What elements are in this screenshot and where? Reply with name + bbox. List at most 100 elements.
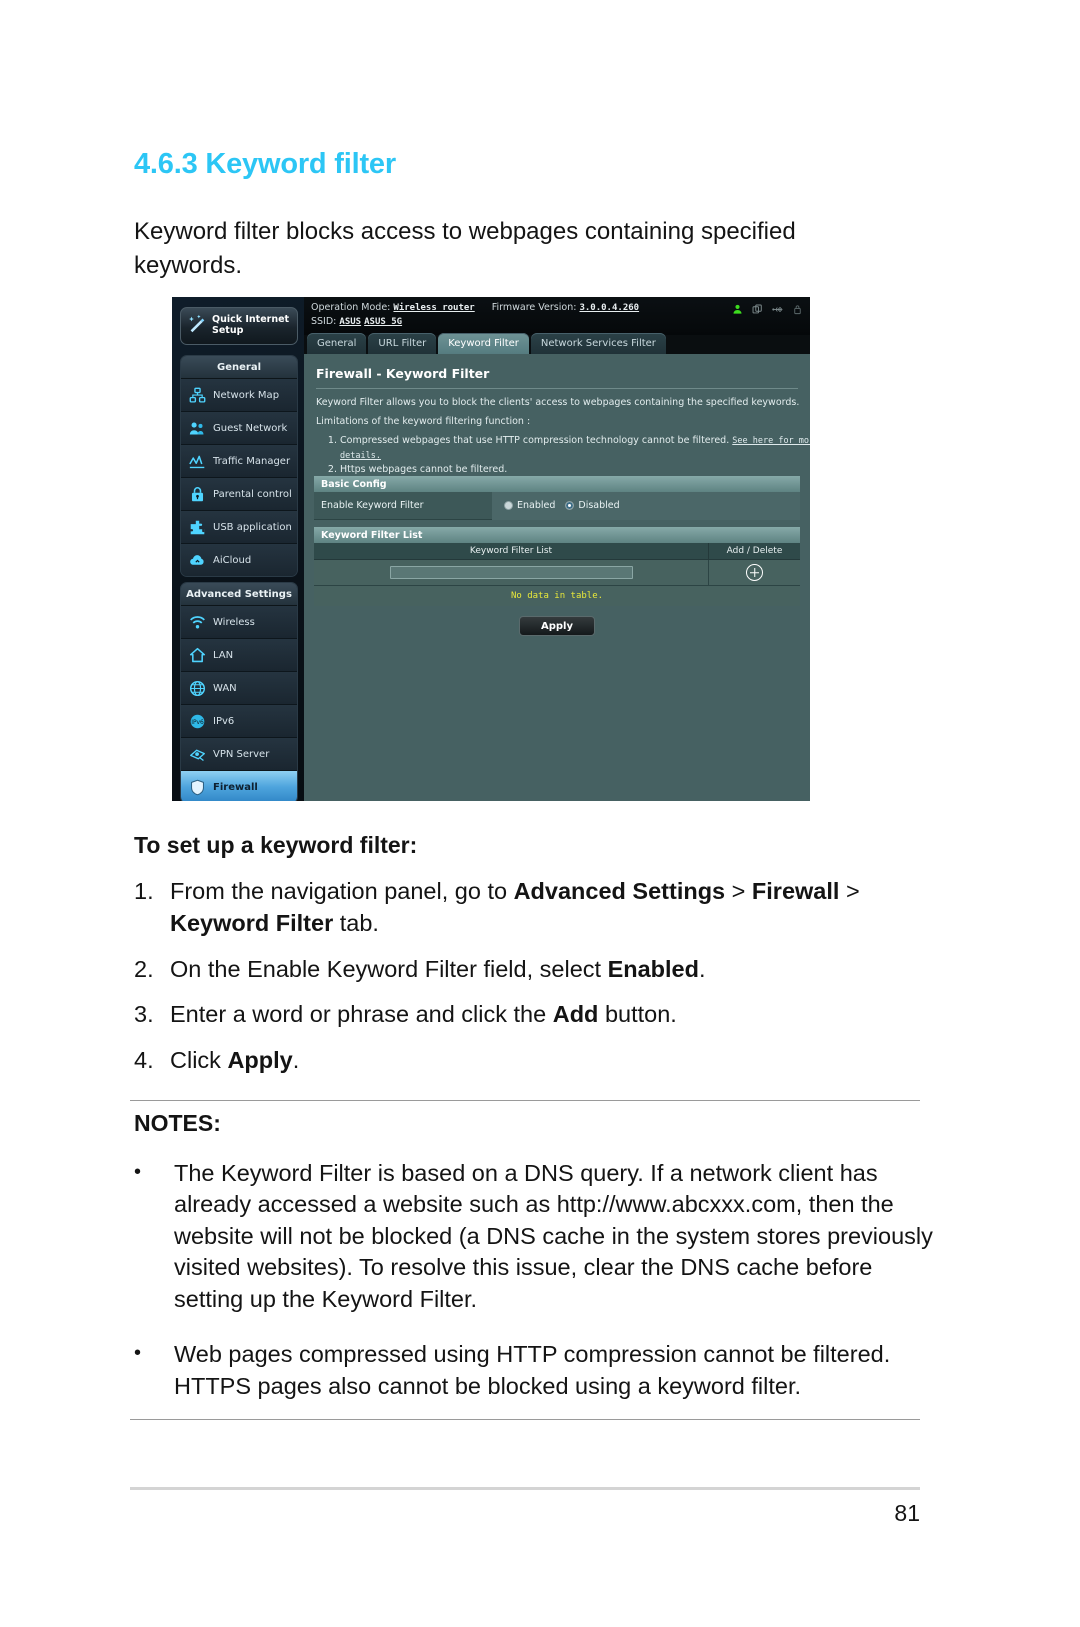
ssid-value-5g[interactable]: ASUS_5G (364, 317, 402, 327)
limitation-1-text: Compressed webpages that use HTTP compre… (340, 435, 730, 446)
panel-title: Firewall - Keyword Filter (316, 366, 490, 381)
limitation-item-1: Compressed webpages that use HTTP compre… (340, 434, 810, 463)
guest-network-icon (188, 419, 207, 438)
radio-disabled[interactable]: Disabled (565, 500, 620, 511)
firewall-tab-bar: General URL Filter Keyword Filter Networ… (304, 333, 666, 354)
steps-list: 1. From the navigation panel, go to Adva… (134, 875, 924, 1089)
apply-button[interactable]: Apply (519, 616, 595, 636)
parental-control-icon (188, 485, 207, 504)
radio-disabled-dot (565, 501, 575, 510)
step-item: 4. Click Apply. (134, 1044, 924, 1076)
note-text: The Keyword Filter is based on a DNS que… (174, 1160, 933, 1312)
quick-internet-setup-button[interactable]: Quick Internet Setup (180, 307, 298, 345)
panel-description: Keyword Filter allows you to block the c… (316, 397, 800, 408)
keyword-input-cell (314, 560, 708, 585)
notes-title: NOTES: (134, 1110, 221, 1136)
tab-url-filter[interactable]: URL Filter (368, 333, 437, 354)
ssid-label: SSID: (311, 316, 337, 327)
operation-mode-value: Wireless router (393, 303, 475, 313)
notes-bottom-divider (130, 1419, 920, 1420)
sidebar-item-label: WAN (213, 682, 237, 694)
usb-icon[interactable] (772, 304, 784, 315)
step-item: 1. From the navigation panel, go to Adva… (134, 875, 924, 940)
user-icon[interactable] (732, 304, 743, 315)
basic-config-header: Basic Config (314, 476, 800, 492)
sidebar-item-label: Guest Network (213, 422, 288, 434)
topbar-icon-group (732, 304, 802, 315)
radio-disabled-label: Disabled (578, 500, 620, 511)
sidebar-item-aicloud[interactable]: AiCloud (181, 544, 297, 576)
note-item: • The Keyword Filter is based on a DNS q… (134, 1158, 934, 1315)
firmware-value: 3.0.0.4.260 (579, 303, 640, 313)
operation-mode-label: Operation Mode: (311, 302, 391, 313)
qis-line-2: Setup (212, 325, 244, 336)
sidebar-item-guest-network[interactable]: Guest Network (181, 412, 297, 445)
network-map-icon (188, 386, 207, 405)
enable-keyword-filter-radios: Enabled Disabled (492, 491, 800, 520)
sidebar-item-network-map[interactable]: Network Map (181, 379, 297, 412)
manual-page: 4.6.3 Keyword filter Keyword filter bloc… (0, 0, 1080, 1627)
sidebar-item-label: Wireless (213, 616, 255, 628)
bullet-icon: • (134, 1342, 142, 1365)
page-title: 4.6.3 Keyword filter (134, 148, 396, 180)
sidebar-item-ipv6[interactable]: IPv6 IPv6 (181, 705, 297, 738)
no-data-message: No data in table. (314, 586, 800, 606)
svg-text:IPv6: IPv6 (191, 719, 204, 726)
keyword-filter-list-header: Keyword Filter List (314, 527, 800, 543)
lock-icon[interactable] (793, 304, 802, 315)
notes-top-divider (130, 1100, 920, 1101)
sidebar-item-wan[interactable]: WAN (181, 672, 297, 705)
tab-keyword-filter[interactable]: Keyword Filter (438, 333, 529, 354)
step-number: 4. (134, 1046, 154, 1073)
firewall-keyword-filter-panel: Firewall - Keyword Filter Keyword Filter… (304, 354, 810, 801)
notes-list: • The Keyword Filter is based on a DNS q… (134, 1158, 934, 1426)
footer-rule (130, 1487, 920, 1490)
usb-application-icon (188, 518, 207, 537)
step-number: 1. (134, 878, 154, 904)
radio-enabled[interactable]: Enabled (504, 500, 555, 511)
sidebar-item-label: Parental control (213, 488, 292, 500)
sidebar-item-label: Network Map (213, 389, 280, 401)
ssid-line: SSID: ASUS ASUS_5G (311, 316, 402, 327)
tab-general[interactable]: General (307, 333, 367, 354)
bullet-icon: • (134, 1161, 142, 1183)
sidebar-item-wireless[interactable]: Wireless (181, 606, 297, 639)
sidebar-item-parental-control[interactable]: Parental control (181, 478, 297, 511)
column-header-add-delete: Add / Delete (708, 543, 800, 559)
sidebar-item-usb-application[interactable]: USB application (181, 511, 297, 544)
step-number: 3. (134, 1001, 154, 1028)
sidebar-item-label: IPv6 (213, 715, 235, 727)
note-text: Web pages compressed using HTTP compress… (174, 1341, 891, 1399)
radio-enabled-dot (504, 501, 513, 510)
vpn-server-icon (188, 745, 207, 764)
sidebar-item-firewall[interactable]: Firewall (181, 771, 297, 801)
firmware-label: Firmware Version: (491, 302, 577, 313)
howto-heading: To set up a keyword filter: (134, 832, 418, 858)
sidebar-item-traffic-manager[interactable]: Traffic Manager (181, 445, 297, 478)
enable-keyword-filter-row: Enable Keyword Filter Enabled Disabled (314, 491, 800, 520)
ssid-value-24g[interactable]: ASUS (339, 317, 361, 327)
step-number: 2. (134, 955, 154, 982)
sidebar-item-vpn-server[interactable]: VPN Server (181, 738, 297, 771)
tab-network-services-filter[interactable]: Network Services Filter (530, 333, 666, 354)
sidebar-item-label: AiCloud (213, 554, 252, 566)
enable-keyword-filter-label: Enable Keyword Filter (321, 500, 424, 511)
keyword-input[interactable] (389, 566, 633, 579)
aicloud-icon (188, 551, 207, 570)
copy-icon[interactable] (752, 304, 763, 315)
panel-title-divider (316, 388, 798, 389)
page-number: 81 (894, 1500, 920, 1526)
limitations-label: Limitations of the keyword filtering fun… (316, 416, 531, 427)
sidebar-item-label: VPN Server (213, 748, 270, 760)
add-delete-cell (708, 560, 800, 585)
router-sidebar: Quick Internet Setup General Network Map (172, 297, 304, 801)
step-text: Enter a word or phrase and click the Add… (170, 1001, 677, 1028)
nav-group-advanced-header: Advanced Settings (181, 583, 297, 606)
add-keyword-button[interactable] (746, 564, 763, 581)
keyword-table-header-row: Keyword Filter List Add / Delete (314, 543, 800, 560)
ipv6-icon: IPv6 (188, 712, 207, 731)
step-item: 2. On the Enable Keyword Filter field, s… (134, 953, 924, 985)
sidebar-item-lan[interactable]: LAN (181, 639, 297, 672)
nav-group-general-header: General (181, 356, 297, 379)
operation-mode-line: Operation Mode: Wireless router Firmware… (311, 302, 639, 313)
